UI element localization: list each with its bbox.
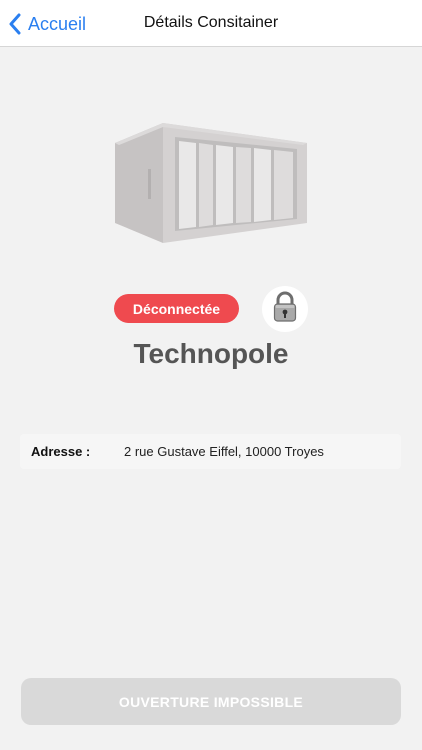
shipping-container-icon [113,121,309,250]
page-title: Détails Consitainer [143,14,279,31]
navigation-bar: Accueil Détails Consitainer [0,0,422,47]
padlock-icon [273,291,297,328]
status-badge: Déconnectée [114,294,239,323]
open-container-button[interactable]: OUVERTURE IMPOSSIBLE [21,678,401,725]
container-name: Technopole [133,338,289,369]
status-row: Déconnectée [0,286,422,332]
address-value: 2 rue Gustave Eiffel, 10000 Troyes [124,444,324,459]
address-card: Adresse : 2 rue Gustave Eiffel, 10000 Tr… [20,434,401,469]
address-label: Adresse : [31,444,91,459]
lock-button[interactable] [262,286,308,332]
